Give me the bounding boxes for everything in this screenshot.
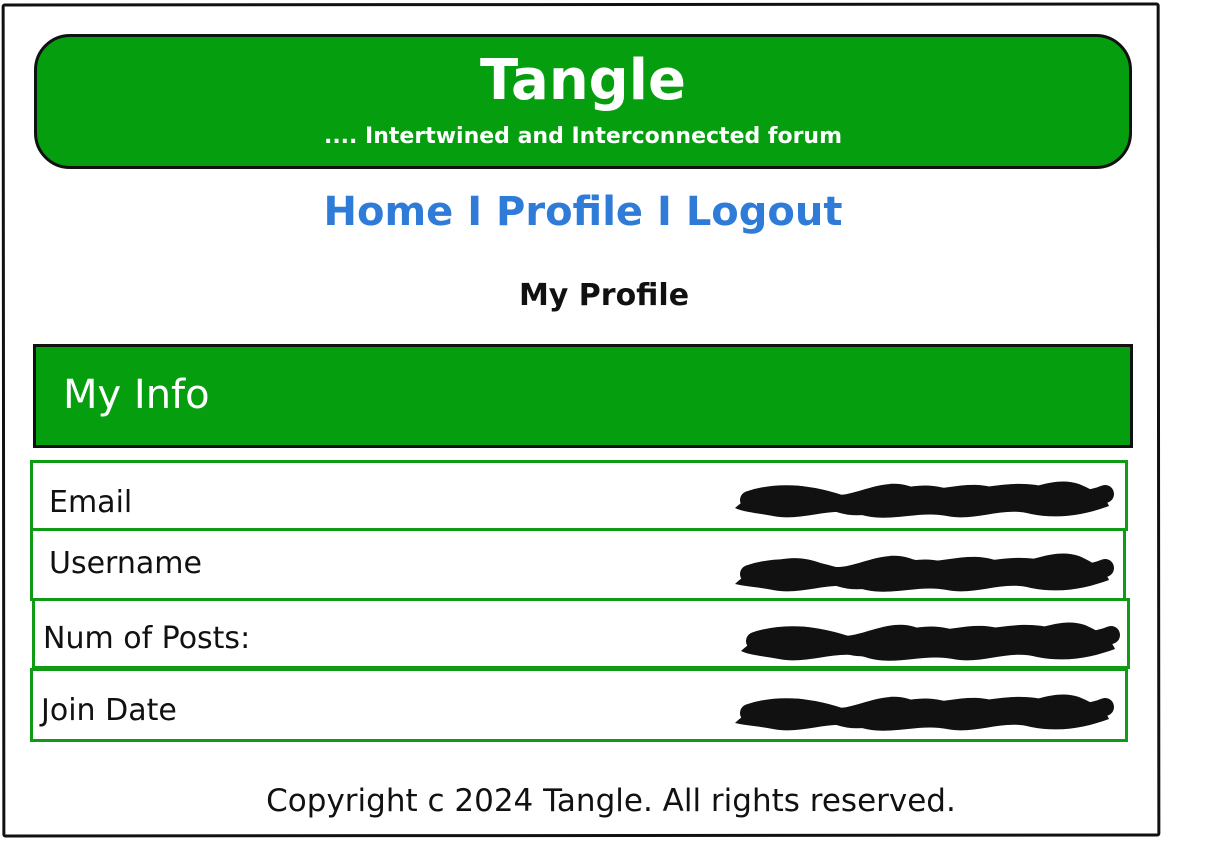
copyright-footer: Copyright c 2024 Tangle. All rights rese… (266, 783, 956, 819)
nav-home-link[interactable]: Home (324, 189, 454, 235)
join-date-row: Join Date (30, 668, 1128, 742)
nav-profile-link[interactable]: Profile (496, 189, 643, 235)
email-row: Email (30, 460, 1128, 531)
email-label: Email (49, 485, 133, 520)
email-redacted-value (735, 481, 1114, 518)
main-navigation: Home I Profile I Logout (0, 186, 1166, 238)
num-of-posts-row: Num of Posts: (32, 598, 1130, 669)
username-label: Username (49, 546, 202, 581)
username-row: Username (30, 528, 1126, 601)
join-date-label: Join Date (41, 693, 177, 728)
site-tagline: .... Intertwined and Interconnected foru… (323, 124, 843, 149)
my-info-header: My Info (33, 344, 1133, 448)
nav-separator: I (656, 189, 672, 235)
username-redacted-value (735, 553, 1114, 592)
join-date-redacted-value (735, 694, 1114, 731)
page-title: My Profile (518, 278, 690, 314)
num-of-posts-label: Num of Posts: (43, 621, 251, 656)
nav-separator: I (467, 189, 483, 235)
my-info-title: My Info (63, 372, 210, 418)
site-title: Tangle (480, 48, 686, 113)
nav-logout-link[interactable]: Logout (686, 189, 843, 235)
site-banner: Tangle .... Intertwined and Interconnect… (34, 34, 1132, 169)
num-of-posts-redacted-value (741, 622, 1120, 661)
